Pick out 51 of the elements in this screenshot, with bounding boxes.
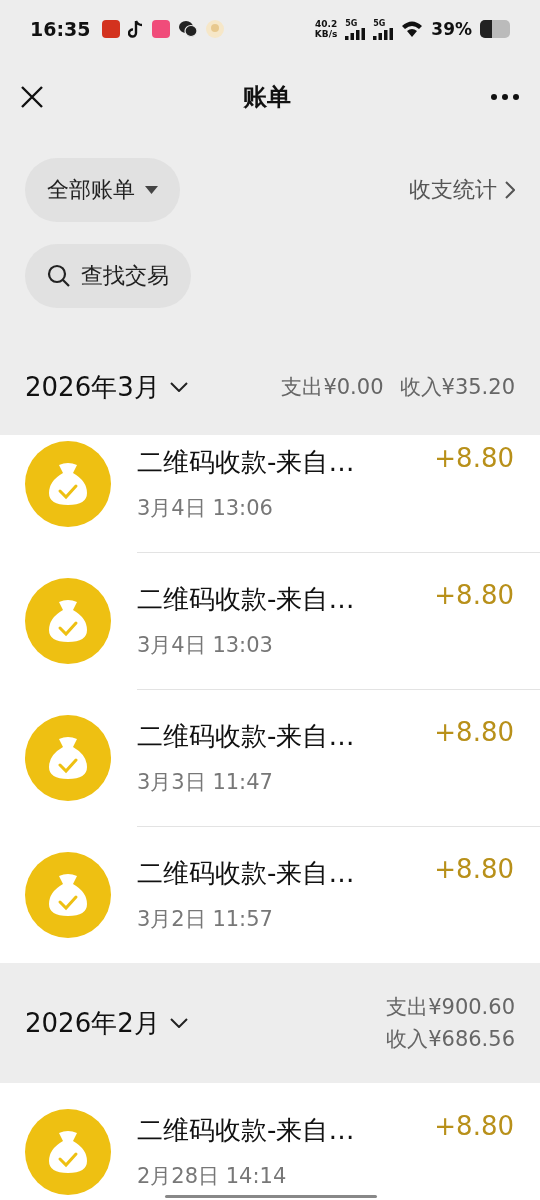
- more-icon[interactable]: [490, 93, 520, 101]
- close-icon[interactable]: [20, 85, 44, 109]
- month-selector[interactable]: 2026年2月: [25, 1005, 188, 1041]
- wifi-icon: [401, 20, 424, 38]
- network-speed: 40.2 KB/s: [314, 19, 338, 39]
- money-bag-icon: [25, 1108, 111, 1195]
- transaction-time: 3月2日 11:57: [137, 906, 274, 933]
- income-total: 收入¥35.20: [399, 374, 515, 401]
- app-notification-icon: [102, 20, 121, 38]
- transaction-time: 3月4日 13:06: [137, 494, 274, 522]
- transaction-amount: +8.80: [434, 716, 514, 747]
- chevron-down-icon: [169, 382, 188, 392]
- transaction-title[interactable]: 二维码收款-来自…: [137, 444, 435, 480]
- transaction-amount: +8.80: [434, 442, 514, 473]
- expense-total: 支出¥900.60: [386, 994, 515, 1021]
- transaction-amount: +8.80: [434, 854, 514, 884]
- money-bag-icon: [25, 851, 111, 938]
- status-time: 16:35: [30, 18, 91, 40]
- battery-percent: 39%: [431, 19, 472, 39]
- chevron-icon: [505, 181, 515, 199]
- transaction-amount: +8.80: [434, 579, 514, 610]
- signal-icon: [373, 27, 394, 40]
- avatar-icon: [206, 20, 225, 38]
- money-bag-icon: [25, 440, 111, 527]
- battery-icon: [480, 20, 510, 38]
- network-type: 5G: [345, 18, 359, 28]
- transaction-title[interactable]: 二维码收款-来自…: [137, 718, 435, 754]
- transaction-time: 2月28日 14:14: [137, 1163, 288, 1190]
- search-icon: [47, 264, 71, 288]
- transaction-title[interactable]: 二维码收款-来自…: [137, 581, 435, 617]
- month-selector[interactable]: 2026年3月: [25, 369, 188, 405]
- search-button[interactable]: 查找交易: [25, 244, 191, 308]
- money-bag-icon: [25, 577, 111, 664]
- income-total: 收入¥686.56: [386, 1026, 515, 1053]
- transaction-title[interactable]: 二维码收款-来自…: [137, 856, 435, 891]
- transaction-title[interactable]: 二维码收款-来自…: [137, 1113, 435, 1148]
- expense-total: 支出¥0.00: [281, 374, 384, 401]
- chat-icon: [178, 20, 199, 38]
- transaction-time: 3月3日 11:47: [137, 768, 274, 796]
- chevron-down-icon: [169, 1018, 188, 1028]
- app-notification-icon: [152, 20, 171, 38]
- transaction-amount: +8.80: [434, 1111, 514, 1141]
- network-type: 5G: [373, 18, 387, 28]
- page-title: 账单: [243, 82, 291, 113]
- music-note-icon: [128, 20, 145, 38]
- money-bag-icon: [25, 714, 111, 801]
- transaction-time: 3月4日 13:03: [137, 631, 274, 659]
- stats-link[interactable]: 收支统计: [409, 175, 515, 205]
- bill-filter-dropdown[interactable]: 全部账单: [25, 158, 180, 222]
- caret-icon: [145, 186, 158, 194]
- signal-icon: [345, 27, 366, 40]
